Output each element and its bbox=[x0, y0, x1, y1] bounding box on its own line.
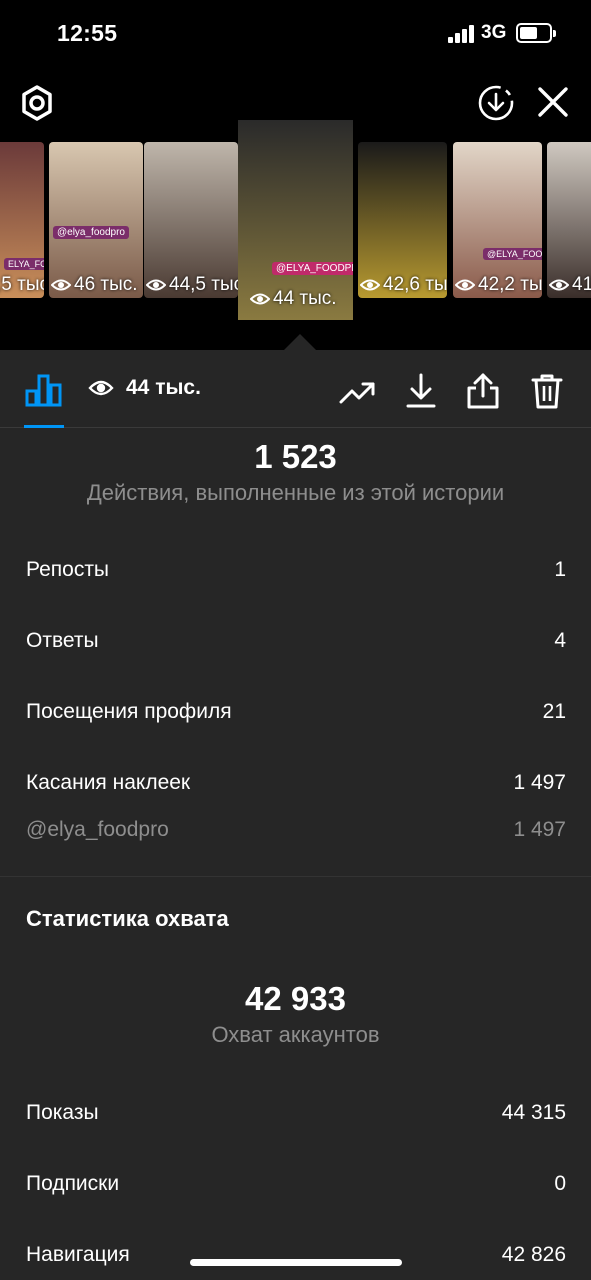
story-thumbnail[interactable]: ELYA_FOODPRO ,5 тыс bbox=[0, 142, 44, 298]
eye-icon bbox=[455, 279, 475, 291]
battery-icon bbox=[516, 23, 556, 43]
interactions-total: 1 523 bbox=[254, 438, 337, 475]
metric-label: Репосты bbox=[26, 558, 110, 581]
status-time: 12:55 bbox=[57, 20, 118, 46]
story-sticker-tag: @elya_foodpro bbox=[53, 226, 129, 239]
eye-icon bbox=[51, 279, 71, 291]
metric-value: 1 497 bbox=[513, 771, 566, 794]
section-divider bbox=[0, 876, 591, 877]
mention-username: @elya_foodpro bbox=[26, 818, 169, 841]
trash-icon[interactable] bbox=[526, 370, 568, 412]
selected-pointer bbox=[284, 334, 316, 350]
metric-row-follows: Подписки 0 bbox=[26, 1172, 566, 1196]
metric-row-replies: Ответы 4 bbox=[26, 629, 566, 653]
metric-label: Посещения профиля bbox=[26, 700, 232, 723]
story-strip[interactable]: ELYA_FOODPRO ,5 тыс @elya_foodpro 46 тыс… bbox=[0, 120, 591, 330]
story-views-count: 46 тыс. bbox=[74, 274, 138, 295]
story-thumbnail[interactable]: 41 bbox=[547, 142, 591, 298]
story-views-count: 44,5 тыс bbox=[169, 274, 238, 295]
story-thumbnail[interactable]: 44,5 тыс bbox=[144, 142, 238, 298]
eye-icon bbox=[88, 380, 114, 396]
metric-row-reposts: Репосты 1 bbox=[26, 558, 566, 582]
views-summary[interactable]: 44 тыс. bbox=[88, 376, 201, 400]
story-views-count: ,5 тыс bbox=[0, 274, 44, 295]
story-views-count: 44 тыс. bbox=[273, 288, 337, 309]
settings-icon[interactable] bbox=[16, 82, 58, 124]
metric-value: 0 bbox=[554, 1172, 566, 1195]
metric-row-mention-sticker[interactable]: @elya_foodpro 1 497 bbox=[26, 818, 566, 842]
metric-label: Показы bbox=[26, 1101, 99, 1124]
metric-value: 4 bbox=[554, 629, 566, 652]
reach-subtitle: Охват аккаунтов bbox=[211, 1022, 380, 1047]
signal-icon bbox=[448, 25, 476, 43]
insights-toolbar: 44 тыс. bbox=[0, 350, 591, 428]
reach-total: 42 933 bbox=[245, 980, 346, 1017]
story-thumbnail-selected[interactable]: @ELYA_FOODPRO 44 тыс. bbox=[238, 120, 353, 320]
story-thumbnail[interactable]: @elya_foodpro 46 тыс. bbox=[49, 142, 143, 298]
reach-section-title: Статистика охвата bbox=[26, 906, 229, 931]
active-tab-indicator bbox=[24, 425, 64, 428]
status-bar: 12:55 3G bbox=[0, 0, 591, 68]
download-icon[interactable] bbox=[400, 370, 442, 412]
metric-label: Касания наклеек bbox=[26, 771, 191, 794]
metric-row-sticker-taps: Касания наклеек 1 497 bbox=[26, 771, 566, 795]
interactions-subtitle: Действия, выполненные из этой истории bbox=[86, 480, 505, 505]
story-views-count: 42,2 тыс bbox=[478, 274, 542, 295]
story-thumbnail[interactable]: @ELYA_FOODPRO 42,2 тыс bbox=[453, 142, 542, 298]
insights-tab-icon[interactable] bbox=[24, 370, 64, 410]
metric-label: Ответы bbox=[26, 629, 99, 652]
eye-icon bbox=[549, 279, 569, 291]
eye-icon bbox=[360, 279, 380, 291]
views-count: 44 тыс. bbox=[126, 376, 201, 399]
trending-icon[interactable] bbox=[337, 372, 379, 414]
save-story-icon[interactable] bbox=[475, 82, 517, 124]
story-thumbnail[interactable]: 42,6 тыс bbox=[358, 142, 447, 298]
metric-row-impressions: Показы 44 315 bbox=[26, 1101, 566, 1125]
story-sticker-tag: @ELYA_FOODPRO bbox=[483, 248, 542, 260]
network-type: 3G bbox=[481, 22, 507, 43]
story-sticker-tag: @ELYA_FOODPRO bbox=[272, 262, 353, 275]
story-views-count: 41 bbox=[572, 274, 591, 295]
eye-icon bbox=[146, 279, 166, 291]
metric-value: 1 bbox=[554, 558, 566, 581]
story-views-count: 42,6 тыс bbox=[383, 274, 447, 295]
metric-label: Подписки bbox=[26, 1172, 120, 1195]
metric-label: Навигация bbox=[26, 1243, 130, 1266]
metric-row-profile-visits: Посещения профиля 21 bbox=[26, 700, 566, 724]
eye-icon bbox=[250, 293, 270, 305]
metric-value: 1 497 bbox=[513, 818, 566, 841]
story-sticker-tag: ELYA_FOODPRO bbox=[4, 258, 44, 270]
close-icon[interactable] bbox=[533, 82, 573, 122]
share-icon[interactable] bbox=[462, 370, 504, 412]
insights-sheet: 44 тыс. 1 523 Действия, выполненные из э… bbox=[0, 350, 591, 1280]
metric-value: 21 bbox=[542, 700, 566, 723]
home-indicator[interactable] bbox=[190, 1259, 402, 1266]
metric-value: 42 826 bbox=[501, 1243, 566, 1266]
metric-value: 44 315 bbox=[501, 1101, 566, 1124]
